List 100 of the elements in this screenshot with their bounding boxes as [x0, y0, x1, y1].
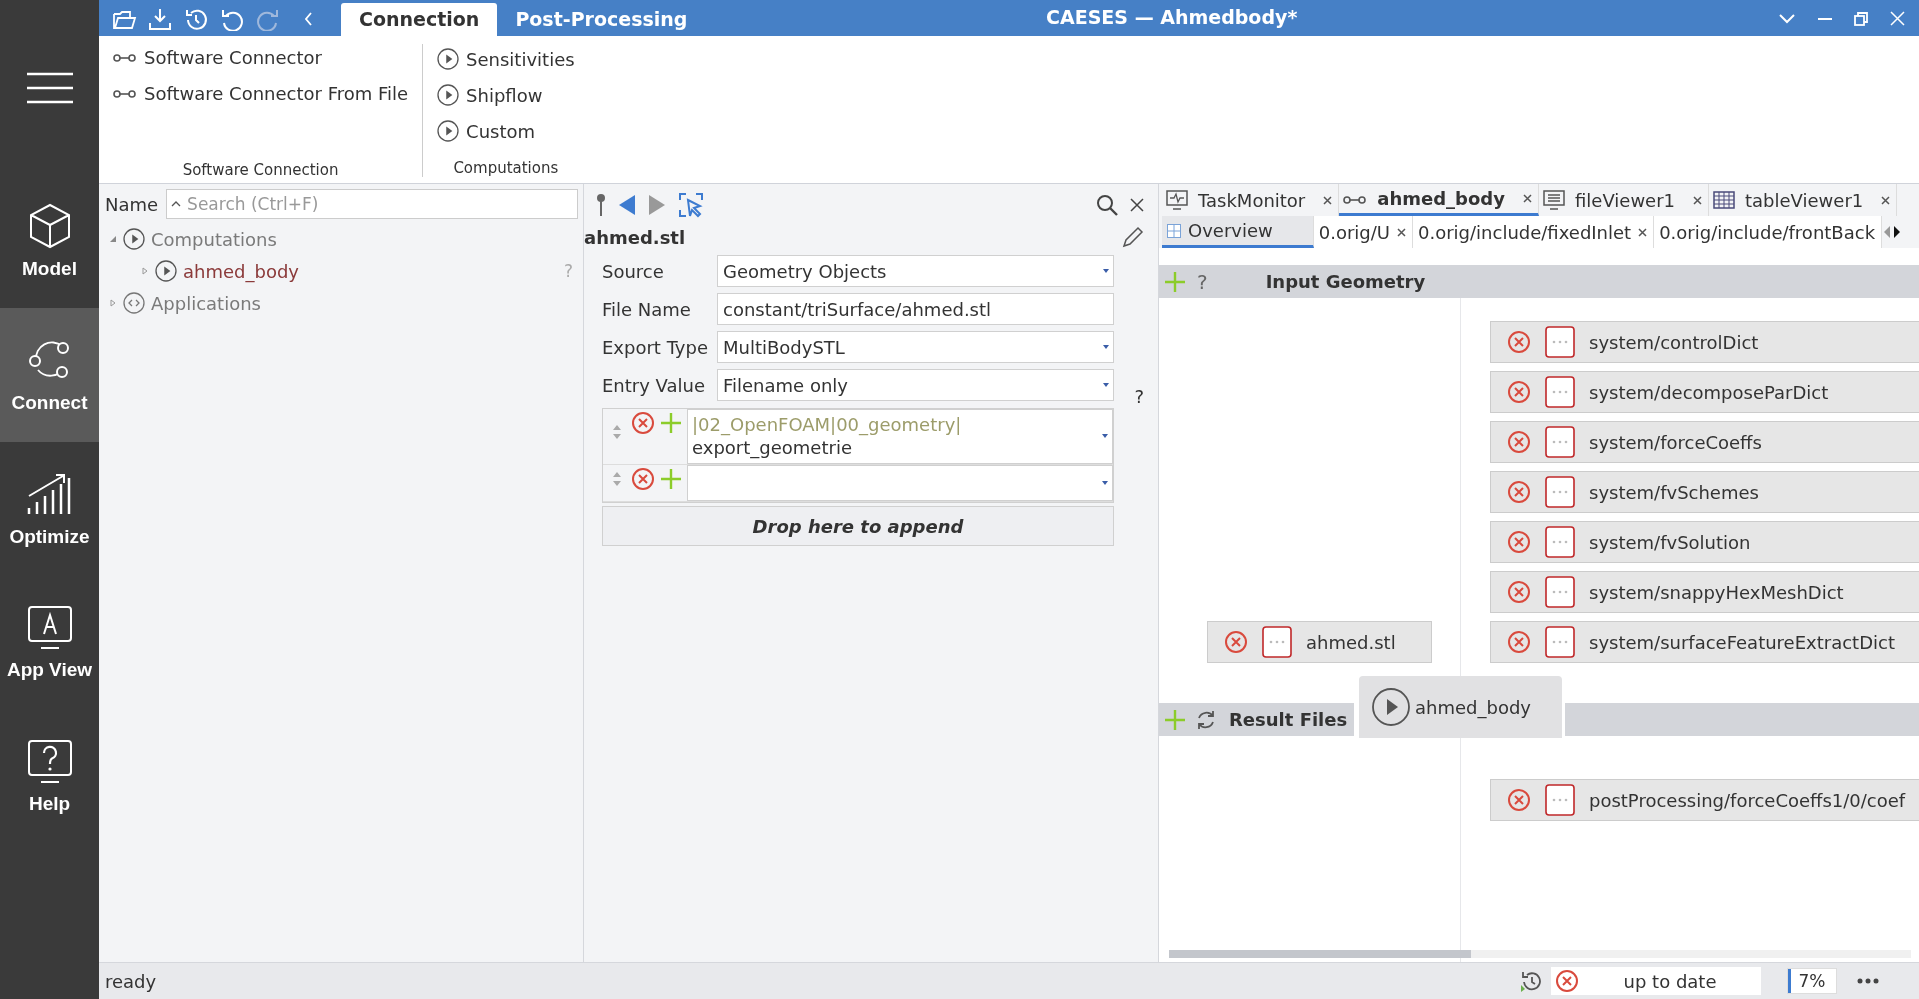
sidebar-item[interactable]: Help: [0, 710, 99, 844]
section-title: Input Geometry: [1265, 271, 1426, 292]
tree-item-label: Computations: [151, 228, 277, 250]
monitor-icon: [1166, 190, 1188, 210]
sidebar-item[interactable]: Optimize: [0, 442, 99, 576]
help-marker: ?: [1197, 269, 1208, 294]
file-node[interactable]: system/forceCoeffs: [1490, 421, 1919, 463]
sub-tab[interactable]: 0.orig/include/frontBack: [1654, 216, 1883, 248]
close-button[interactable]: [1130, 198, 1144, 212]
tree-item[interactable]: Computations: [123, 228, 277, 250]
remove-icon: [631, 466, 655, 491]
column-header: Name: [105, 193, 159, 215]
entry-field[interactable]: |02_OpenFOAM|00_geometry| export_geometrie: [687, 409, 1113, 464]
select-icon: [678, 192, 704, 218]
sub-tab[interactable]: 0.orig/U: [1313, 216, 1413, 248]
help-icon: [26, 739, 73, 785]
connector-icon: [113, 51, 137, 63]
file-node[interactable]: system/surfaceFeatureExtractDict: [1490, 621, 1919, 663]
drop-zone[interactable]: Drop here to append: [602, 505, 1114, 546]
file-node[interactable]: system/fvSchemes: [1490, 471, 1919, 513]
pencil-icon: [1122, 226, 1144, 248]
sidebar-item[interactable]: Model: [0, 174, 99, 308]
select-button[interactable]: [678, 192, 704, 218]
search-icon: [1096, 194, 1118, 216]
ribbon-tab[interactable]: Connection: [341, 3, 498, 36]
close-icon: [1881, 195, 1891, 205]
search-button[interactable]: [1096, 194, 1118, 216]
tree-item[interactable]: ahmed_body: [155, 260, 299, 282]
entry-field[interactable]: [687, 464, 1113, 501]
refresh-icon: [1195, 708, 1217, 731]
section-title: Result Files: [1229, 709, 1348, 730]
object-title: ahmed.stl: [584, 226, 686, 248]
add-icon: [659, 411, 683, 435]
tree-item-label: Applications: [151, 292, 261, 314]
tree-item-label: ahmed_body: [183, 260, 299, 282]
close-icon: [1693, 195, 1703, 205]
sub-tab[interactable]: 0.orig/include/fixedInlet: [1413, 216, 1655, 248]
monitor-icon: [26, 605, 73, 651]
ribbon-item[interactable]: Software Connector: [113, 42, 409, 72]
more-icon: [1545, 376, 1575, 408]
sidebar-item[interactable]: Connect: [0, 308, 99, 442]
tree-item[interactable]: Applications: [123, 292, 261, 314]
minimize-button[interactable]: [1818, 17, 1832, 20]
search-field[interactable]: Search (Ctrl+F): [166, 189, 578, 219]
ribbon-item[interactable]: Sensitivities: [437, 44, 575, 74]
add-icon: [1163, 707, 1187, 732]
play-icon: [1371, 687, 1411, 727]
restore-button[interactable]: [1854, 11, 1868, 26]
table-icon: [1713, 190, 1736, 210]
text-field[interactable]: constant/triSurface/ahmed.stl: [717, 293, 1114, 325]
dropdown[interactable]: Geometry Objects: [717, 255, 1114, 287]
restore-icon: [1854, 11, 1868, 26]
group-title: Software Connection: [182, 161, 339, 179]
ribbon-tab[interactable]: Post-Processing: [497, 3, 706, 36]
ribbon-item[interactable]: Shipflow: [437, 80, 575, 110]
more-icon: [1545, 526, 1575, 558]
dropdown[interactable]: MultiBodySTL: [717, 331, 1114, 363]
ribbon-item[interactable]: Custom: [437, 116, 575, 146]
file-node[interactable]: system/snappyHexMeshDict: [1490, 571, 1919, 613]
add-icon: [1163, 269, 1187, 294]
sub-tab[interactable]: Overview: [1162, 216, 1314, 248]
more-icon: [1262, 626, 1292, 658]
more-icon: [1545, 784, 1575, 816]
close-icon: [1638, 227, 1648, 237]
status-field: up to date: [1551, 967, 1761, 995]
dropdown[interactable]: Filename only: [717, 369, 1114, 401]
file-node[interactable]: system/decomposeParDict: [1490, 371, 1919, 413]
file-node[interactable]: system/controlDict: [1490, 321, 1919, 363]
edit-button[interactable]: [1122, 226, 1144, 248]
minimize-icon: [1818, 17, 1832, 20]
scrollbar[interactable]: [1169, 950, 1911, 958]
file-node[interactable]: postProcessing/forceCoeffs1/0/coef: [1490, 779, 1919, 821]
back-button[interactable]: [618, 194, 636, 216]
close-icon: [1890, 11, 1905, 26]
pin-button[interactable]: [596, 193, 606, 217]
remove-icon: [1507, 580, 1531, 604]
document-icon: [1542, 190, 1565, 210]
forward-button[interactable]: [648, 194, 666, 216]
menu-button[interactable]: [26, 72, 73, 104]
file-node[interactable]: ahmed.stl: [1207, 621, 1432, 663]
remove-icon: [1224, 630, 1248, 654]
dropdown-button[interactable]: [1778, 12, 1796, 25]
play-icon: [155, 260, 177, 282]
close-icon: [1130, 198, 1144, 212]
dropdown-arrow-icon: [1103, 345, 1109, 349]
play-icon: [437, 84, 460, 106]
overview-icon: [1167, 223, 1181, 238]
sidebar-item[interactable]: App View: [0, 576, 99, 710]
field-label: File Name: [602, 298, 692, 320]
progress-bar: 7%: [1787, 968, 1837, 994]
window-title: CAESES — Ahmedbody*: [1045, 6, 1299, 30]
sort-handle-icon: [613, 425, 621, 439]
add-icon: [659, 466, 683, 491]
file-node[interactable]: system/fvSolution: [1490, 521, 1919, 563]
remove-icon: [1507, 630, 1531, 654]
forward-arrow-icon: [648, 194, 666, 216]
computation-node[interactable]: ahmed_body: [1359, 676, 1562, 738]
ribbon-item[interactable]: Software Connector From File: [113, 78, 409, 108]
more-button[interactable]: [1857, 978, 1879, 984]
more-icon: [1545, 576, 1575, 608]
